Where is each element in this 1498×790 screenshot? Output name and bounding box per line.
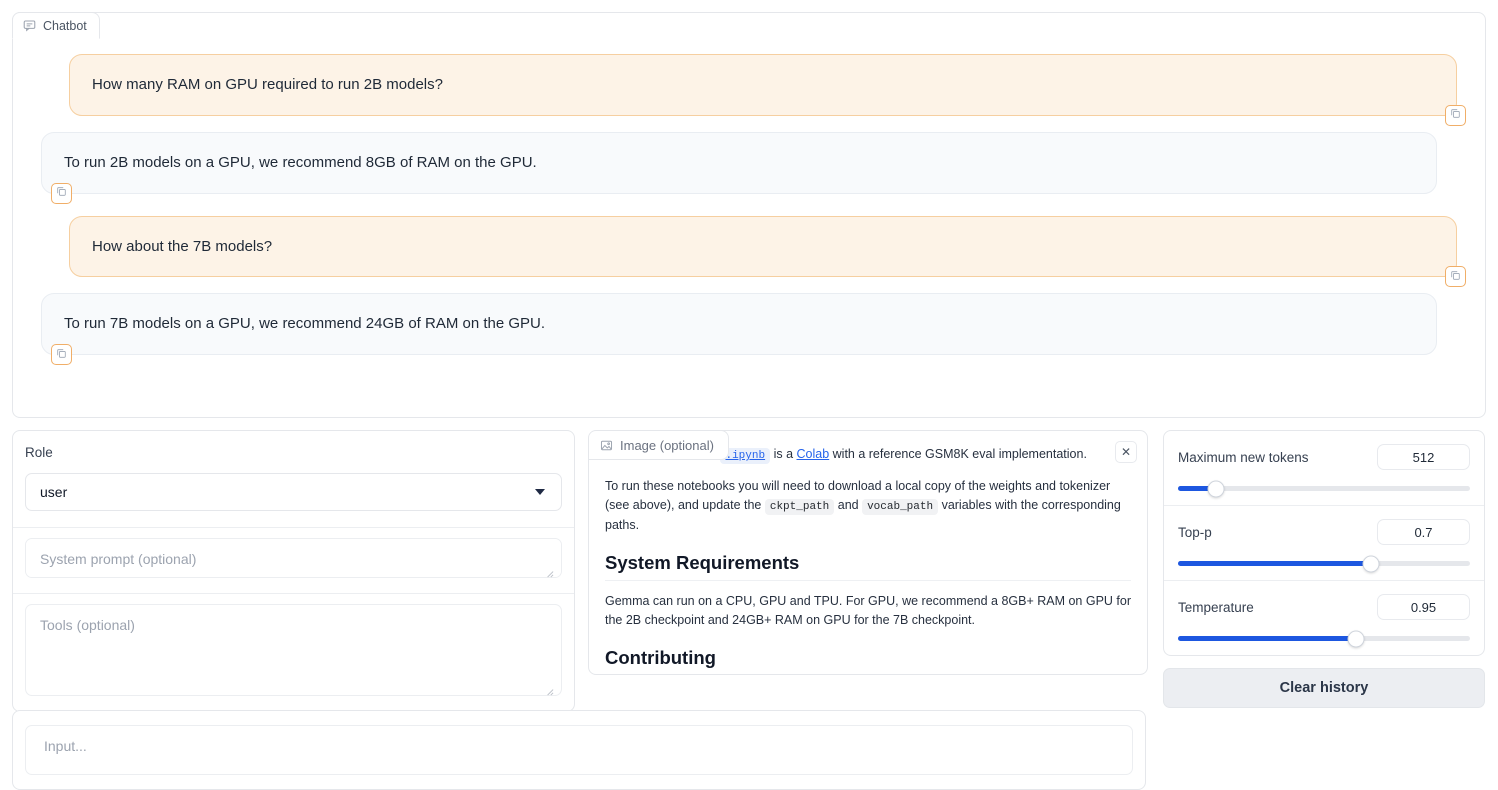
close-button[interactable]: ✕ <box>1115 441 1137 463</box>
top-p-label: Top-p <box>1178 525 1212 540</box>
temperature-slider[interactable] <box>1178 636 1470 641</box>
chatbot-tab-label: Chatbot <box>43 19 87 33</box>
copy-message-button[interactable] <box>1445 266 1466 287</box>
copy-icon <box>1450 106 1461 124</box>
max-new-tokens-slider-row: Maximum new tokens 512 <box>1164 431 1484 506</box>
chatbot-tab[interactable]: Chatbot <box>12 12 100 39</box>
slider-fill <box>1178 636 1356 641</box>
max-new-tokens-slider[interactable] <box>1178 486 1470 491</box>
message-text: To run 7B models on a GPU, we recommend … <box>64 315 545 332</box>
system-prompt-field <box>13 528 574 594</box>
max-new-tokens-value[interactable]: 512 <box>1377 444 1470 470</box>
system-requirements-heading: System Requirements <box>605 552 1131 581</box>
copy-message-button[interactable] <box>51 183 72 204</box>
temperature-slider-row: Temperature 0.95 <box>1164 581 1484 655</box>
message-text: How many RAM on GPU required to run 2B m… <box>92 76 443 93</box>
chat-message-list: How many RAM on GPU required to run 2B m… <box>13 40 1485 417</box>
chat-message-user: How many RAM on GPU required to run 2B m… <box>41 54 1457 116</box>
left-group-box: Role user <box>12 430 575 712</box>
chat-message-bot: To run 2B models on a GPU, we recommend … <box>41 132 1457 194</box>
clear-history-button[interactable]: Clear history <box>1163 668 1485 708</box>
image-optional-tab[interactable]: Image (optional) <box>588 430 729 460</box>
parameters-column: Maximum new tokens 512 Top-p 0.7 <box>1163 430 1485 708</box>
copy-message-button[interactable] <box>1445 105 1466 126</box>
image-icon <box>600 439 613 452</box>
top-p-value[interactable]: 0.7 <box>1377 519 1470 545</box>
colab-link[interactable]: Colab <box>797 447 830 461</box>
chat-bubble-icon <box>23 19 36 32</box>
tools-input[interactable] <box>25 604 562 696</box>
chevron-down-icon <box>535 489 545 495</box>
role-label: Role <box>25 445 562 460</box>
chat-message-user: How about the 7B models? <box>41 216 1457 278</box>
top-p-slider[interactable] <box>1178 561 1470 566</box>
system-prompt-input[interactable] <box>25 538 562 578</box>
image-markdown-column: Image (optional) ✕ .ipynb is a Colab wit… <box>588 430 1148 675</box>
message-bubble: To run 2B models on a GPU, we recommend … <box>41 132 1437 194</box>
slider-thumb[interactable] <box>1207 480 1224 497</box>
top-p-slider-row: Top-p 0.7 <box>1164 506 1484 581</box>
slider-fill <box>1178 561 1371 566</box>
chatbot-panel: Chatbot How many RAM on GPU required to … <box>12 12 1486 418</box>
input-panel <box>12 710 1146 790</box>
copy-message-button[interactable] <box>51 344 72 365</box>
chat-input[interactable] <box>25 725 1133 775</box>
max-new-tokens-label: Maximum new tokens <box>1178 450 1309 465</box>
slider-thumb[interactable] <box>1362 555 1379 572</box>
message-bubble: To run 7B models on a GPU, we recommend … <box>41 293 1437 355</box>
markdown-text: with a reference GSM8K eval implementati… <box>829 447 1087 461</box>
message-bubble: How many RAM on GPU required to run 2B m… <box>69 54 1457 116</box>
markdown-text: is a <box>770 447 796 461</box>
vocab-path-code: vocab_path <box>862 499 938 515</box>
parameters-group-box: Maximum new tokens 512 Top-p 0.7 <box>1163 430 1485 656</box>
markdown-paragraph-2: To run these notebooks you will need to … <box>605 477 1131 536</box>
markdown-panel: Image (optional) ✕ .ipynb is a Colab wit… <box>588 430 1148 675</box>
temperature-value[interactable]: 0.95 <box>1377 594 1470 620</box>
tools-field <box>13 594 574 711</box>
role-field: Role user <box>13 431 574 528</box>
chat-message-bot: To run 7B models on a GPU, we recommend … <box>41 293 1457 355</box>
ckpt-path-code: ckpt_path <box>765 499 834 515</box>
left-controls-column: Role user <box>12 430 575 712</box>
markdown-paragraph-3: Gemma can run on a CPU, GPU and TPU. For… <box>605 592 1131 631</box>
slider-thumb[interactable] <box>1348 630 1365 647</box>
markdown-text: and <box>834 498 862 512</box>
close-icon: ✕ <box>1121 445 1131 459</box>
copy-icon <box>56 346 67 364</box>
contributing-heading: Contributing <box>605 647 1131 675</box>
role-selected-value: user <box>40 484 67 500</box>
message-bubble: How about the 7B models? <box>69 216 1457 278</box>
copy-icon <box>1450 268 1461 286</box>
copy-icon <box>56 184 67 202</box>
message-text: How about the 7B models? <box>92 238 272 255</box>
message-text: To run 2B models on a GPU, we recommend … <box>64 154 537 171</box>
role-select[interactable]: user <box>25 473 562 511</box>
temperature-label: Temperature <box>1178 600 1254 615</box>
image-optional-label: Image (optional) <box>620 438 714 453</box>
